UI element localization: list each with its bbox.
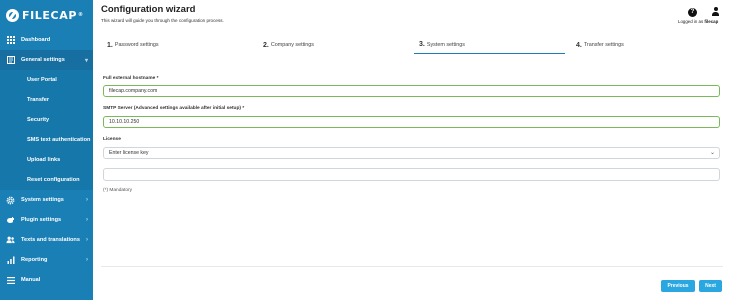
bar-chart-icon	[6, 256, 15, 265]
hostname-label: Full external hostname *	[103, 76, 159, 81]
chevron-down-icon: ⌄	[709, 150, 715, 156]
step-number: 4.	[576, 41, 582, 49]
page-title: Configuration wizard	[101, 4, 196, 15]
system-settings-form: Full external hostname * filecap.company…	[93, 54, 729, 300]
sidebar-nav: Dashboard General settings ▾ User Portal…	[0, 30, 93, 290]
help-icon[interactable]: ?	[688, 8, 697, 17]
chevron-right-icon: ›	[86, 257, 88, 263]
sidebar-subitem-upload-links[interactable]: Upload links	[0, 150, 93, 170]
gear-icon	[6, 196, 15, 205]
users-icon	[6, 236, 15, 245]
sidebar-subitem-user-portal[interactable]: User Portal	[0, 70, 93, 90]
sidebar-subitem-reset-configuration[interactable]: Reset configuration	[0, 170, 93, 190]
previous-button[interactable]: Previous	[661, 280, 695, 292]
brand-name: FILECAP	[22, 8, 77, 22]
chevron-right-icon: ›	[86, 197, 88, 203]
sidebar-item-plugin-settings[interactable]: Plugin settings ›	[0, 210, 93, 230]
page-subtitle: This wizard will guide you through the c…	[101, 18, 224, 23]
sliders-icon	[6, 56, 15, 65]
logged-in-user: filecap	[704, 19, 719, 24]
license-key-input[interactable]	[103, 168, 720, 181]
sidebar-item-label: Manual	[21, 277, 41, 283]
smtp-label: SMTP Server (Advanced settings available…	[103, 106, 245, 111]
sidebar-subitem-transfer[interactable]: Transfer	[0, 90, 93, 110]
user-icon[interactable]	[711, 7, 720, 17]
chevron-right-icon: ›	[86, 237, 88, 243]
step-password-settings[interactable]: 1. Password settings	[107, 36, 257, 54]
step-number: 3.	[419, 41, 425, 48]
sidebar-item-texts-translations[interactable]: Texts and translations ›	[0, 230, 93, 250]
menu-icon	[6, 276, 15, 285]
sidebar-item-system-settings[interactable]: System settings ›	[0, 190, 93, 210]
filecap-logo-icon	[6, 8, 19, 22]
chevron-down-icon: ▾	[84, 57, 88, 64]
chevron-right-icon: ›	[86, 217, 88, 223]
license-label: License	[103, 137, 121, 142]
general-settings-submenu: User Portal Transfer Security SMS text a…	[0, 70, 93, 190]
sidebar-item-label: Plugin settings	[21, 217, 62, 223]
logged-in-prefix: Logged in as	[678, 19, 705, 24]
plugin-icon	[6, 216, 15, 225]
sidebar-item-general-settings[interactable]: General settings ▾	[0, 50, 93, 70]
step-number: 2.	[263, 41, 269, 49]
sidebar-subitem-sms-auth[interactable]: SMS text authentication	[0, 130, 93, 150]
step-label: Company settings	[270, 42, 314, 48]
logged-in-status: Logged in as filecap	[678, 19, 718, 24]
wizard-steps: 1. Password settings 2. Company settings…	[93, 36, 729, 54]
next-button[interactable]: Next	[699, 280, 722, 292]
sidebar: FILECAP ® Dashboard General settings ▾ U…	[0, 0, 93, 300]
step-transfer-settings[interactable]: 4. Transfer settings	[576, 36, 726, 54]
sidebar-item-label: System settings	[21, 197, 64, 203]
license-select[interactable]: Enter license key ⌄	[103, 147, 720, 159]
license-select-value: Enter license key	[109, 150, 149, 156]
filecap-logo[interactable]: FILECAP ®	[6, 8, 84, 22]
sidebar-item-label: Reporting	[21, 257, 48, 263]
step-label: Password settings	[114, 42, 159, 48]
sidebar-item-reporting[interactable]: Reporting ›	[0, 250, 93, 270]
sidebar-item-label: General settings	[21, 57, 65, 63]
step-company-settings[interactable]: 2. Company settings	[263, 36, 413, 54]
sidebar-item-dashboard[interactable]: Dashboard	[0, 30, 93, 50]
step-label: System settings	[426, 41, 465, 48]
smtp-server-input[interactable]: 10.10.10.250	[103, 116, 720, 128]
step-system-settings[interactable]: 3. System settings	[414, 36, 565, 54]
grid-icon	[6, 36, 15, 45]
sidebar-item-label: Dashboard	[21, 37, 51, 43]
sidebar-item-manual[interactable]: Manual	[0, 270, 93, 290]
hostname-input[interactable]: filecap.company.com	[103, 85, 720, 97]
form-divider	[101, 266, 723, 267]
sidebar-subitem-security[interactable]: Security	[0, 110, 93, 130]
sidebar-item-label: Texts and translations	[21, 237, 80, 243]
step-number: 1.	[107, 41, 113, 49]
brand-reg: ®	[77, 12, 84, 18]
page-header: Configuration wizard This wizard will gu…	[93, 0, 729, 30]
step-label: Transfer settings	[583, 42, 624, 48]
mandatory-note: (*) Mandatory	[103, 188, 133, 193]
